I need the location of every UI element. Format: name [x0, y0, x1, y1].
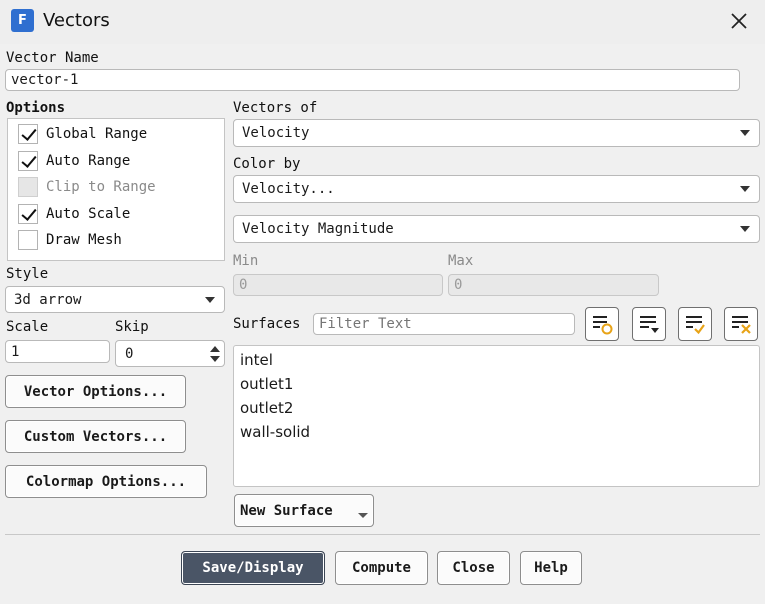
- auto-range-check-box[interactable]: [18, 151, 38, 171]
- vectors-of-label: Vectors of: [233, 100, 318, 116]
- auto-scale-checkbox[interactable]: Auto Scale: [18, 203, 130, 225]
- surface-item-outlet2[interactable]: outlet2: [240, 399, 293, 417]
- clip-to-range-check-box: [18, 177, 38, 197]
- group-menu-button[interactable]: [632, 307, 666, 341]
- options-label: Options: [6, 100, 66, 116]
- color-by-quantity-value: Velocity Magnitude: [242, 221, 394, 237]
- color-by-value: Velocity...: [242, 181, 335, 197]
- save-display-button[interactable]: Save/Display: [181, 551, 325, 585]
- spin-up-icon[interactable]: [210, 346, 220, 352]
- surface-item-outlet1[interactable]: outlet1: [240, 375, 293, 393]
- chevron-down-icon: [205, 296, 215, 303]
- vector-name-label: Vector Name: [6, 50, 99, 66]
- surfaces-filter-input[interactable]: [313, 313, 575, 335]
- color-by-select[interactable]: Velocity...: [233, 175, 760, 203]
- skip-input[interactable]: 0: [115, 340, 225, 367]
- new-surface-button[interactable]: New Surface: [234, 494, 374, 527]
- chevron-down-icon: [740, 186, 750, 192]
- auto-range-checkbox[interactable]: Auto Range: [18, 150, 130, 172]
- list-circle-icon: [593, 316, 613, 335]
- auto-range-label: Auto Range: [46, 153, 131, 169]
- color-by-quantity-select[interactable]: Velocity Magnitude: [233, 215, 760, 243]
- skip-label: Skip: [115, 319, 149, 335]
- global-range-checkbox[interactable]: Global Range: [18, 123, 147, 145]
- draw-mesh-check-box[interactable]: [18, 230, 38, 250]
- spin-down-icon[interactable]: [210, 356, 220, 362]
- scale-label: Scale: [6, 319, 49, 335]
- title-bar: [0, 0, 765, 44]
- options-group: Global Range Auto Range Clip to Range Au…: [7, 118, 225, 261]
- list-dropdown-icon: [640, 316, 659, 333]
- help-button[interactable]: Help: [520, 551, 582, 585]
- close-window-button[interactable]: [726, 8, 752, 34]
- close-button[interactable]: Close: [437, 551, 510, 585]
- global-range-label: Global Range: [46, 126, 148, 142]
- skip-value: 0: [125, 345, 134, 362]
- close-icon: [731, 13, 747, 29]
- scale-input[interactable]: 1: [5, 340, 110, 363]
- new-surface-label: New Surface: [240, 502, 333, 519]
- vector-name-input[interactable]: vector-1: [5, 69, 740, 91]
- window-title: Vectors: [43, 10, 110, 31]
- auto-scale-check-box[interactable]: [18, 204, 38, 224]
- surface-item-wall-solid[interactable]: wall-solid: [240, 423, 310, 441]
- surface-item-intel[interactable]: intel: [240, 351, 273, 369]
- list-clear-icon: [732, 316, 751, 334]
- surfaces-list[interactable]: intel outlet1 outlet2 wall-solid: [233, 345, 760, 487]
- max-input: 0: [448, 274, 659, 296]
- min-input: 0: [233, 274, 443, 296]
- vectors-of-select[interactable]: Velocity: [233, 119, 760, 147]
- max-label: Max: [448, 253, 474, 269]
- surfaces-label: Surfaces: [233, 316, 301, 332]
- chevron-down-icon: [358, 513, 368, 518]
- draw-mesh-checkbox[interactable]: Draw Mesh: [18, 229, 122, 251]
- compute-button[interactable]: Compute: [335, 551, 428, 585]
- clip-to-range-checkbox: Clip to Range: [18, 176, 156, 198]
- vector-options-button[interactable]: Vector Options...: [5, 375, 186, 408]
- chevron-down-icon: [740, 130, 750, 136]
- auto-scale-label: Auto Scale: [46, 206, 131, 222]
- list-check-icon: [686, 316, 705, 335]
- chevron-down-icon: [740, 226, 750, 232]
- color-by-label: Color by: [233, 156, 301, 172]
- colormap-options-button[interactable]: Colormap Options...: [5, 465, 207, 498]
- select-all-button[interactable]: [678, 307, 712, 341]
- style-label: Style: [6, 266, 49, 282]
- select-filtered-button[interactable]: [585, 307, 619, 341]
- deselect-all-button[interactable]: [724, 307, 758, 341]
- app-logo-icon: F: [11, 9, 34, 32]
- custom-vectors-button[interactable]: Custom Vectors...: [5, 420, 186, 453]
- clip-to-range-label: Clip to Range: [46, 179, 156, 195]
- style-value: 3d arrow: [14, 291, 82, 308]
- style-select[interactable]: 3d arrow: [5, 286, 225, 313]
- draw-mesh-label: Draw Mesh: [46, 232, 122, 248]
- min-label: Min: [233, 253, 259, 269]
- footer-divider: [5, 534, 760, 535]
- global-range-check-box[interactable]: [18, 124, 38, 144]
- vectors-of-value: Velocity: [242, 125, 310, 141]
